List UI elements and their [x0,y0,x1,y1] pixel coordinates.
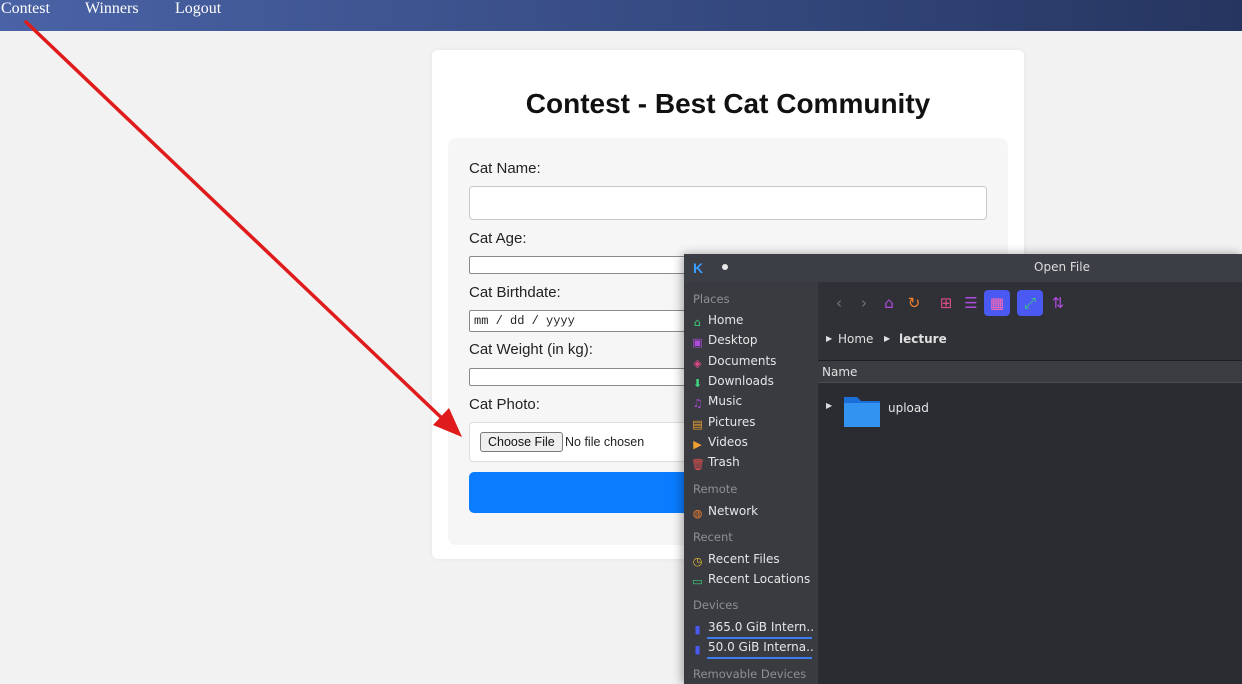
sidebar-item-pictures[interactable]: ▤ Pictures [691,414,815,432]
detailed-view-icon[interactable]: ▦ [984,290,1010,316]
forward-icon[interactable]: › [851,290,877,316]
breadcrumb-current[interactable]: lecture [899,332,947,346]
remote-section-header: Remote [693,482,738,496]
nav-logout-link[interactable]: Logout [175,0,221,18]
dialog-title: Open File [1034,260,1090,274]
folder-icon [844,397,880,427]
sidebar-item-documents[interactable]: ◈ Documents [691,353,815,371]
sidebar-item-label: Home [708,313,744,327]
file-row[interactable]: ▶ upload [818,387,1242,429]
recent-section-header: Recent [693,530,733,544]
sidebar-item-label: Trash [708,455,740,469]
videos-icon: ▶ [693,438,702,451]
sidebar-item-videos[interactable]: ▶ Videos [691,434,815,452]
breadcrumb-arrow-icon: ▶ [826,334,833,343]
keep-above-icon[interactable] [722,264,728,270]
sidebar-item-drive-50[interactable]: ▮ 50.0 GiB Interna... [691,639,815,659]
nav-winners-link[interactable]: Winners [85,0,139,18]
cat-birthdate-label: Cat Birthdate: [469,284,561,301]
compact-view-icon[interactable]: ☰ [958,290,984,316]
choose-file-button[interactable]: Choose File [480,432,563,452]
dialog-toolbar: ‹ › ⌂ ↻ ⊞ ☰ ▦ ⤢ ⇅ [818,282,1242,326]
expand-arrow-icon[interactable]: ▶ [826,401,832,410]
places-sidebar: Places ⌂ Home ▣ Desktop ◈ Documents ⬇ Downlo… [684,282,818,684]
open-file-dialog: K Open File Places ⌂ Home ▣ Desktop ◈ Docum… [684,254,1242,684]
removable-section-header: Removable Devices [693,667,807,681]
sidebar-item-desktop[interactable]: ▣ Desktop [691,332,815,350]
sidebar-item-network[interactable]: ◍ Network [691,503,815,521]
parent-folder-icon[interactable]: ⌂ [876,290,902,316]
no-file-text: No file chosen [565,435,645,449]
drive-icon: ▮ [694,623,701,636]
network-icon: ◍ [692,507,703,520]
breadcrumb: ▶ Home ▶ lecture [818,330,1242,350]
back-icon[interactable]: ‹ [826,290,852,316]
music-icon: ♫ [692,397,703,410]
places-section-header: Places [693,292,730,306]
sidebar-item-recent-locations[interactable]: ▭ Recent Locations [691,571,815,589]
sidebar-item-trash[interactable]: 🗑 Trash [691,454,815,472]
dialog-titlebar[interactable]: K Open File [684,254,1242,282]
sidebar-item-label: Network [708,504,759,518]
home-icon: ⌂ [694,316,701,329]
sidebar-item-drive-365[interactable]: ▮ 365.0 GiB Intern... [691,619,815,639]
sidebar-item-downloads[interactable]: ⬇ Downloads [691,373,815,391]
cat-weight-label: Cat Weight (in kg): [469,341,593,358]
sort-icon[interactable]: ⇅ [1045,290,1071,316]
reload-icon[interactable]: ↻ [901,290,927,316]
documents-icon: ◈ [693,357,702,370]
birthdate-placeholder: mm / dd / yyyy [474,314,575,328]
sidebar-item-label: Pictures [708,415,756,429]
preview-icon[interactable]: ⤢ [1017,290,1043,316]
sidebar-item-label: Music [708,394,743,408]
recent-locations-icon: ▭ [692,575,703,588]
sidebar-item-label: Downloads [708,374,774,388]
top-navbar: Contest Winners Logout [0,0,1242,31]
sidebar-item-label: 365.0 GiB Intern... [708,620,815,634]
sidebar-item-label: Recent Locations [708,572,811,586]
sidebar-item-music[interactable]: ♫ Music [691,393,815,411]
page-title: Contest - Best Cat Community [525,88,931,119]
drive-icon: ▮ [694,643,701,656]
sidebar-item-label: Videos [708,435,748,449]
drive-usage-bar [707,657,812,659]
recent-files-icon: ◷ [692,555,703,568]
trash-icon: 🗑 [691,458,705,471]
cat-age-label: Cat Age: [469,230,527,247]
cat-name-label: Cat Name: [469,160,541,177]
sidebar-item-label: 50.0 GiB Interna... [708,640,815,654]
sidebar-item-recent-files[interactable]: ◷ Recent Files [691,551,815,569]
nav-contest-link[interactable]: Contest [1,0,50,18]
devices-section-header: Devices [693,598,739,612]
breadcrumb-home[interactable]: Home [838,332,873,346]
sidebar-item-label: Desktop [708,333,758,347]
cat-photo-label: Cat Photo: [469,396,540,413]
icons-view-icon[interactable]: ⊞ [933,290,959,316]
cat-name-input[interactable] [469,186,987,220]
downloads-icon: ⬇ [692,377,703,390]
sidebar-item-home[interactable]: ⌂ Home [691,312,815,330]
file-list: Name ▶ upload [818,360,1242,684]
sidebar-item-label: Recent Files [708,552,780,566]
kde-app-icon: K [693,260,704,276]
sidebar-item-label: Documents [708,354,777,368]
pictures-icon: ▤ [692,418,703,431]
file-name: upload [888,401,929,415]
desktop-icon: ▣ [692,336,703,349]
breadcrumb-arrow-icon: ▶ [884,334,891,343]
column-header-name[interactable]: Name [818,361,1242,383]
